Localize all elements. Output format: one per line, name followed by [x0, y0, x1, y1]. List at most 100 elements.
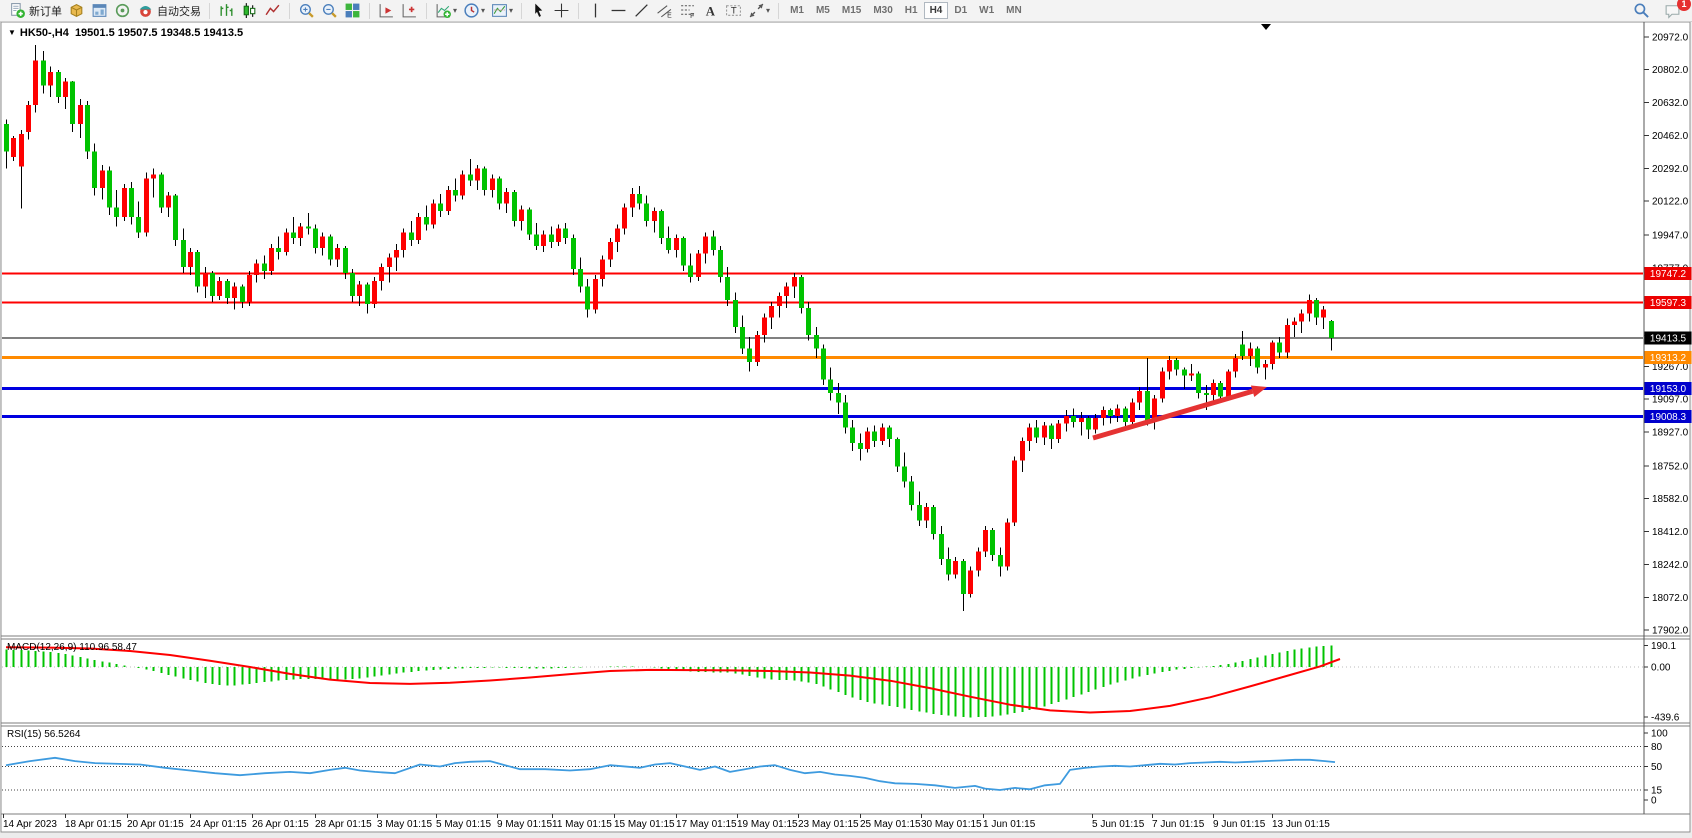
timeframe-w1-button[interactable]: W1 — [973, 2, 1000, 19]
svg-text:E: E — [667, 12, 672, 19]
chat-icon[interactable]: 1 — [1661, 1, 1684, 21]
candle-body — [26, 105, 31, 132]
candle-body — [254, 263, 259, 275]
chart-canvas[interactable]: 20972.020802.020632.020462.020292.020122… — [0, 0, 1692, 838]
auto-trading-button[interactable]: 自动交易 — [134, 1, 204, 21]
timeframe-m30-button[interactable]: M30 — [867, 2, 898, 19]
time-tick-label: 26 Apr 01:15 — [252, 819, 309, 830]
timeframe-d1-button[interactable]: D1 — [948, 2, 973, 19]
text-icon: A — [702, 2, 719, 19]
candle-body — [733, 300, 738, 327]
rsi-tick-label: 0 — [1651, 796, 1657, 807]
candle-body — [203, 273, 208, 287]
chart-shift-button[interactable] — [398, 1, 421, 21]
candle-body — [284, 232, 289, 251]
candle-body — [902, 466, 907, 481]
add-indicator-dropdown-icon[interactable]: ▾ — [453, 6, 457, 15]
time-tick-label: 20 Apr 01:15 — [127, 819, 184, 830]
candle-body — [379, 267, 384, 281]
candle-body — [1079, 418, 1084, 422]
candle-body — [593, 279, 598, 310]
timeframe-mn-button[interactable]: MN — [1000, 2, 1028, 19]
candle-body — [1277, 343, 1282, 353]
channel-icon: E — [656, 2, 673, 19]
timeframe-h4-button[interactable]: H4 — [924, 2, 949, 19]
periods-button[interactable]: ▾ — [460, 1, 488, 21]
fibonacci-button[interactable]: F — [676, 1, 699, 21]
templates-button[interactable]: ▾ — [488, 1, 516, 21]
auto-trading-icon — [137, 2, 154, 19]
timeframe-m5-button[interactable]: M5 — [810, 2, 836, 19]
candle-body — [1292, 321, 1297, 325]
chart-title: ▼ HK50-,H4 19501.5 19507.5 19348.5 19413.… — [8, 27, 243, 39]
price-tick-label: 19097.0 — [1652, 395, 1689, 406]
chart-title-text: HK50-,H4 19501.5 19507.5 19348.5 19413.5 — [20, 27, 243, 39]
candle-chart-button[interactable] — [238, 1, 261, 21]
periods-dropdown-icon[interactable]: ▾ — [481, 6, 485, 15]
shapes-button[interactable]: ▾ — [745, 1, 773, 21]
timeframe-h1-button[interactable]: H1 — [899, 2, 924, 19]
candle-body — [1056, 424, 1061, 439]
channel-button[interactable]: E — [653, 1, 676, 21]
shapes-dropdown-icon[interactable]: ▾ — [766, 6, 770, 15]
candle-body — [446, 190, 451, 211]
zoom-in-button[interactable] — [295, 1, 318, 21]
market-window-button[interactable] — [88, 1, 111, 21]
candle-body — [276, 248, 281, 252]
candle-body — [519, 209, 524, 221]
candle-body — [953, 561, 958, 575]
candle-body — [438, 203, 443, 211]
horizontal-line-button[interactable] — [607, 1, 630, 21]
cube-icon — [68, 2, 85, 19]
vertical-line-icon — [587, 2, 604, 19]
timeframe-m1-button[interactable]: M1 — [784, 2, 810, 19]
search-icon[interactable] — [1630, 1, 1653, 21]
line-chart-icon — [264, 2, 281, 19]
candle-body — [814, 335, 819, 349]
crosshair-button[interactable] — [550, 1, 573, 21]
signal-button[interactable] — [111, 1, 134, 21]
macd-tick-label: 190.1 — [1651, 641, 1676, 652]
zoom-out-button[interactable] — [318, 1, 341, 21]
candle-body — [608, 242, 613, 259]
cube-button[interactable] — [65, 1, 88, 21]
new-order-button[interactable]: 新订单 — [6, 1, 65, 21]
price-tick-label: 18927.0 — [1652, 428, 1689, 439]
text-label-button[interactable]: T — [722, 1, 745, 21]
auto-scroll-button[interactable] — [375, 1, 398, 21]
chart-shift-icon — [401, 2, 418, 19]
cursor-icon — [530, 2, 547, 19]
timeframe-m15-button[interactable]: M15 — [836, 2, 867, 19]
bar-chart-button[interactable] — [215, 1, 238, 21]
add-indicator-button[interactable]: ▾ — [432, 1, 460, 21]
price-tick-label: 20462.0 — [1652, 131, 1689, 142]
candle-body — [195, 252, 200, 287]
time-tick-label: 5 Jun 01:15 — [1092, 819, 1145, 830]
candle-body — [350, 273, 355, 296]
candle-body — [365, 285, 370, 304]
candle-body — [1299, 314, 1304, 322]
text-button[interactable]: A — [699, 1, 722, 21]
zoom-in-icon — [298, 2, 315, 19]
candle-body — [114, 207, 119, 217]
price-tick-label: 17902.0 — [1652, 626, 1689, 637]
trendline-button[interactable] — [630, 1, 653, 21]
line-chart-button[interactable] — [261, 1, 284, 21]
templates-dropdown-icon[interactable]: ▾ — [509, 6, 513, 15]
symbol-dropdown-icon[interactable]: ▼ — [8, 28, 16, 37]
candle-body — [534, 234, 539, 246]
candle-body — [571, 238, 576, 269]
cursor-button[interactable] — [527, 1, 550, 21]
candle-body — [637, 194, 642, 204]
candle-body — [998, 555, 1003, 567]
candle-body — [320, 236, 325, 248]
candle-body — [666, 238, 671, 250]
auto-trading-label: 自动交易 — [157, 3, 201, 19]
candle-body — [924, 507, 929, 521]
price-tick-label: 18072.0 — [1652, 593, 1689, 604]
toolbar-separator — [289, 3, 290, 19]
tile-windows-button[interactable] — [341, 1, 364, 21]
price-chip-label: 19597.3 — [1650, 298, 1687, 309]
vertical-line-button[interactable] — [584, 1, 607, 21]
price-chip-label: 19008.3 — [1650, 412, 1687, 423]
